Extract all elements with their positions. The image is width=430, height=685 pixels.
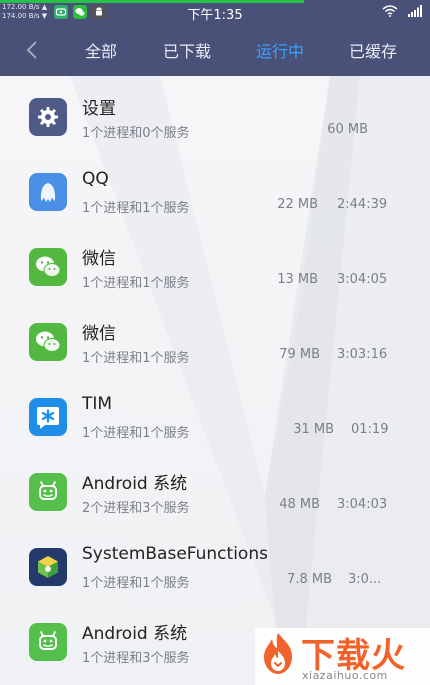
app-process-info: 1个进程和1个服务 bbox=[82, 276, 190, 291]
app-memory: 13 MB bbox=[277, 272, 318, 287]
status-right-icons bbox=[382, 5, 422, 17]
app-row[interactable]: 设置 1个进程和0个服务 60 MB bbox=[0, 80, 430, 155]
chevron-left-icon bbox=[26, 41, 37, 59]
wechat-icon bbox=[29, 248, 67, 286]
app-name: 微信 bbox=[82, 249, 116, 269]
watermark: 下载火 xiazaihuo.com bbox=[255, 628, 430, 685]
app-running-time: 3:0... bbox=[348, 572, 382, 587]
app-name: QQ bbox=[82, 169, 109, 189]
app-memory: 7.8 MB bbox=[287, 572, 332, 587]
app-process-info: 1个进程和1个服务 bbox=[82, 351, 190, 366]
tab-downloaded[interactable]: 已下载 bbox=[163, 38, 211, 62]
app-running-time: 3:04:05 bbox=[337, 272, 388, 287]
watermark-url: xiazaihuo.com bbox=[302, 669, 388, 682]
wifi-icon bbox=[382, 5, 398, 17]
app-running-time: 2:44:39 bbox=[337, 197, 388, 212]
app-memory: 60 MB bbox=[327, 122, 368, 137]
flame-logo-icon bbox=[264, 633, 292, 674]
app-running-time: 3:03:16 bbox=[337, 347, 388, 362]
back-button[interactable] bbox=[20, 38, 44, 62]
status-bar: 172.00 B/s ▲ 174.00 B/s ▼ 下午1:35 bbox=[0, 0, 430, 24]
wechat-icon bbox=[29, 323, 67, 361]
app-name: 设置 bbox=[82, 99, 116, 119]
app-row[interactable]: TIM 1个进程和1个服务 31 MB 01:19 bbox=[0, 380, 430, 455]
app-row[interactable]: QQ 1个进程和1个服务 22 MB 2:44:39 bbox=[0, 155, 430, 230]
tab-all[interactable]: 全部 bbox=[85, 38, 117, 62]
app-memory: 22 MB bbox=[277, 197, 318, 212]
tab-running[interactable]: 运行中 bbox=[256, 38, 304, 62]
app-name: Android 系统 bbox=[82, 474, 188, 494]
app-process-info: 1个进程和1个服务 bbox=[82, 426, 190, 441]
status-time: 下午1:35 bbox=[187, 8, 243, 23]
system-base-icon bbox=[29, 548, 67, 586]
app-process-info: 1个进程和1个服务 bbox=[82, 201, 190, 216]
settings-gear-icon bbox=[29, 98, 67, 136]
app-name: TIM bbox=[82, 394, 113, 414]
app-running-time: 3:04:03 bbox=[337, 497, 388, 512]
app-name: Android 系统 bbox=[82, 624, 188, 644]
app-process-info: 1个进程和1个服务 bbox=[82, 576, 190, 591]
app-running-time: 01:19 bbox=[351, 422, 389, 437]
app-process-info: 1个进程和3个服务 bbox=[82, 651, 190, 666]
qq-penguin-icon bbox=[29, 173, 67, 211]
app-process-info: 1个进程和0个服务 bbox=[82, 126, 190, 141]
app-memory: 79 MB bbox=[279, 347, 320, 362]
android-robot-icon bbox=[29, 473, 67, 511]
tab-header: 全部 已下载 运行中 已缓存 bbox=[0, 24, 430, 76]
tab-cached[interactable]: 已缓存 bbox=[349, 38, 397, 62]
tim-star-icon bbox=[29, 398, 67, 436]
app-memory: 48 MB bbox=[279, 497, 320, 512]
app-row[interactable]: Android 系统 2个进程和3个服务 48 MB 3:04:03 bbox=[0, 455, 430, 530]
app-process-info: 2个进程和3个服务 bbox=[82, 501, 190, 516]
app-row[interactable]: 微信 1个进程和1个服务 13 MB 3:04:05 bbox=[0, 230, 430, 305]
app-row[interactable]: SystemBaseFunctions 1个进程和1个服务 7.8 MB 3:0… bbox=[0, 530, 430, 605]
app-name: 微信 bbox=[82, 324, 116, 344]
app-row[interactable]: 微信 1个进程和1个服务 79 MB 3:03:16 bbox=[0, 305, 430, 380]
app-name: SystemBaseFunctions bbox=[82, 544, 268, 564]
android-robot-icon bbox=[29, 623, 67, 661]
app-memory: 31 MB bbox=[293, 422, 334, 437]
running-apps-list[interactable]: 设置 1个进程和0个服务 60 MB QQ 1个进程和1个服务 22 MB 2:… bbox=[0, 76, 430, 685]
signal-icon bbox=[408, 5, 422, 17]
